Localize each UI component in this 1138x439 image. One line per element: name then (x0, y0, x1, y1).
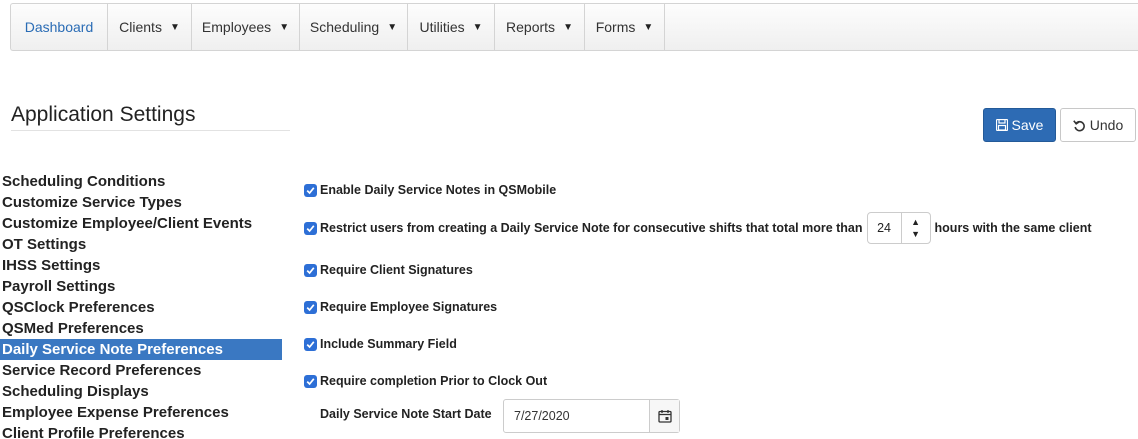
page-title: Application Settings (11, 103, 196, 126)
undo-button-label: Undo (1089, 117, 1124, 133)
checkmark-icon (306, 266, 315, 274)
sidebar-item-qsclock-preferences[interactable]: QSClock Preferences (0, 297, 282, 318)
checkmark-icon (306, 224, 315, 232)
sidebar-item-client-profile-preferences[interactable]: Client Profile Preferences (0, 423, 282, 439)
nav-utilities[interactable]: Utilities ▼ (408, 4, 495, 50)
stepper-down-icon[interactable]: ▼ (911, 228, 920, 240)
caret-down-icon: ▼ (563, 21, 573, 33)
sidebar-item-customize-events[interactable]: Customize Employee/Client Events (0, 213, 282, 234)
floppy-disk-icon (995, 119, 1008, 131)
sidebar-item-qsmed-preferences[interactable]: QSMed Preferences (0, 318, 282, 339)
nav-employees-label: Employees (201, 19, 272, 35)
start-date-label: Daily Service Note Start Date (320, 407, 492, 421)
checkmark-icon (306, 186, 315, 194)
sidebar-item-scheduling-displays[interactable]: Scheduling Displays (0, 381, 282, 402)
sidebar-item-daily-service-note-preferences[interactable]: Daily Service Note Preferences (0, 339, 282, 360)
sidebar-item-ihss-settings[interactable]: IHSS Settings (0, 255, 282, 276)
setting-completion-clock-out: Require completion Prior to Clock Out (304, 374, 547, 388)
sidebar-item-service-record-preferences[interactable]: Service Record Preferences (0, 360, 282, 381)
caret-down-icon: ▼ (643, 21, 654, 33)
nav-forms[interactable]: Forms ▼ (585, 4, 665, 50)
title-divider (11, 130, 290, 131)
employee-signatures-checkbox[interactable] (304, 300, 317, 314)
caret-down-icon: ▼ (472, 21, 483, 33)
checkmark-icon (306, 377, 315, 385)
settings-sidebar: Scheduling Conditions Customize Service … (0, 171, 282, 439)
hours-stepper[interactable]: 24 ▲ ▼ (866, 212, 931, 244)
stepper-up-icon[interactable]: ▲ (911, 216, 920, 228)
sidebar-item-employee-expense-preferences[interactable]: Employee Expense Preferences (0, 402, 282, 423)
save-button-label: Save (1011, 117, 1044, 133)
undo-button[interactable]: Undo (1060, 108, 1136, 142)
nav-reports[interactable]: Reports ▼ (495, 4, 585, 50)
checkmark-icon (306, 303, 315, 311)
employee-signatures-label: Require Employee Signatures (320, 300, 498, 314)
setting-summary-field: Include Summary Field (304, 337, 457, 351)
nav-dashboard-label: Dashboard (24, 19, 94, 35)
setting-employee-signatures: Require Employee Signatures (304, 300, 497, 314)
calendar-icon (657, 410, 672, 423)
sidebar-item-ot-settings[interactable]: OT Settings (0, 234, 282, 255)
enable-dsn-checkbox[interactable] (304, 183, 317, 197)
sidebar-item-payroll-settings[interactable]: Payroll Settings (0, 276, 282, 297)
caret-down-icon: ▼ (169, 21, 180, 33)
top-navbar: Dashboard Clients ▼ Employees ▼ Scheduli… (10, 3, 1138, 51)
nav-reports-label: Reports (506, 19, 556, 35)
stepper-buttons: ▲ ▼ (902, 216, 930, 240)
save-button[interactable]: Save (983, 108, 1056, 142)
setting-restrict-hours: Restrict users from creating a Daily Ser… (304, 212, 1092, 244)
nav-dashboard[interactable]: Dashboard (11, 4, 108, 50)
checkmark-icon (306, 340, 315, 348)
sidebar-item-customize-service-types[interactable]: Customize Service Types (0, 192, 282, 213)
hours-value[interactable]: 24 (868, 213, 902, 243)
client-signatures-label: Require Client Signatures (320, 263, 473, 277)
setting-enable-dsn: Enable Daily Service Notes in QSMobile (304, 183, 556, 197)
caret-down-icon: ▼ (387, 21, 398, 33)
restrict-hours-checkbox[interactable] (304, 221, 317, 235)
summary-field-checkbox[interactable] (304, 337, 317, 351)
client-signatures-checkbox[interactable] (304, 263, 317, 277)
completion-label: Require completion Prior to Clock Out (320, 374, 548, 388)
sidebar-item-scheduling-conditions[interactable]: Scheduling Conditions (0, 171, 282, 192)
nav-scheduling-label: Scheduling (309, 19, 380, 35)
enable-dsn-label: Enable Daily Service Notes in QSMobile (320, 183, 557, 197)
completion-checkbox[interactable] (304, 374, 317, 388)
calendar-button[interactable] (649, 400, 679, 432)
start-date-input[interactable] (504, 400, 649, 432)
summary-field-label: Include Summary Field (320, 337, 457, 351)
setting-client-signatures: Require Client Signatures (304, 263, 473, 277)
nav-employees[interactable]: Employees ▼ (192, 4, 300, 50)
nav-clients[interactable]: Clients ▼ (108, 4, 192, 50)
nav-clients-label: Clients (119, 19, 162, 35)
start-date-field (503, 399, 680, 433)
undo-arrow-icon (1072, 119, 1085, 131)
nav-scheduling[interactable]: Scheduling ▼ (300, 4, 408, 50)
caret-down-icon: ▼ (279, 21, 290, 33)
nav-forms-label: Forms (595, 19, 636, 35)
nav-utilities-label: Utilities (419, 19, 465, 35)
restrict-hours-label: Restrict users from creating a Daily Ser… (320, 221, 863, 235)
restrict-hours-suffix: hours with the same client (934, 221, 1092, 235)
